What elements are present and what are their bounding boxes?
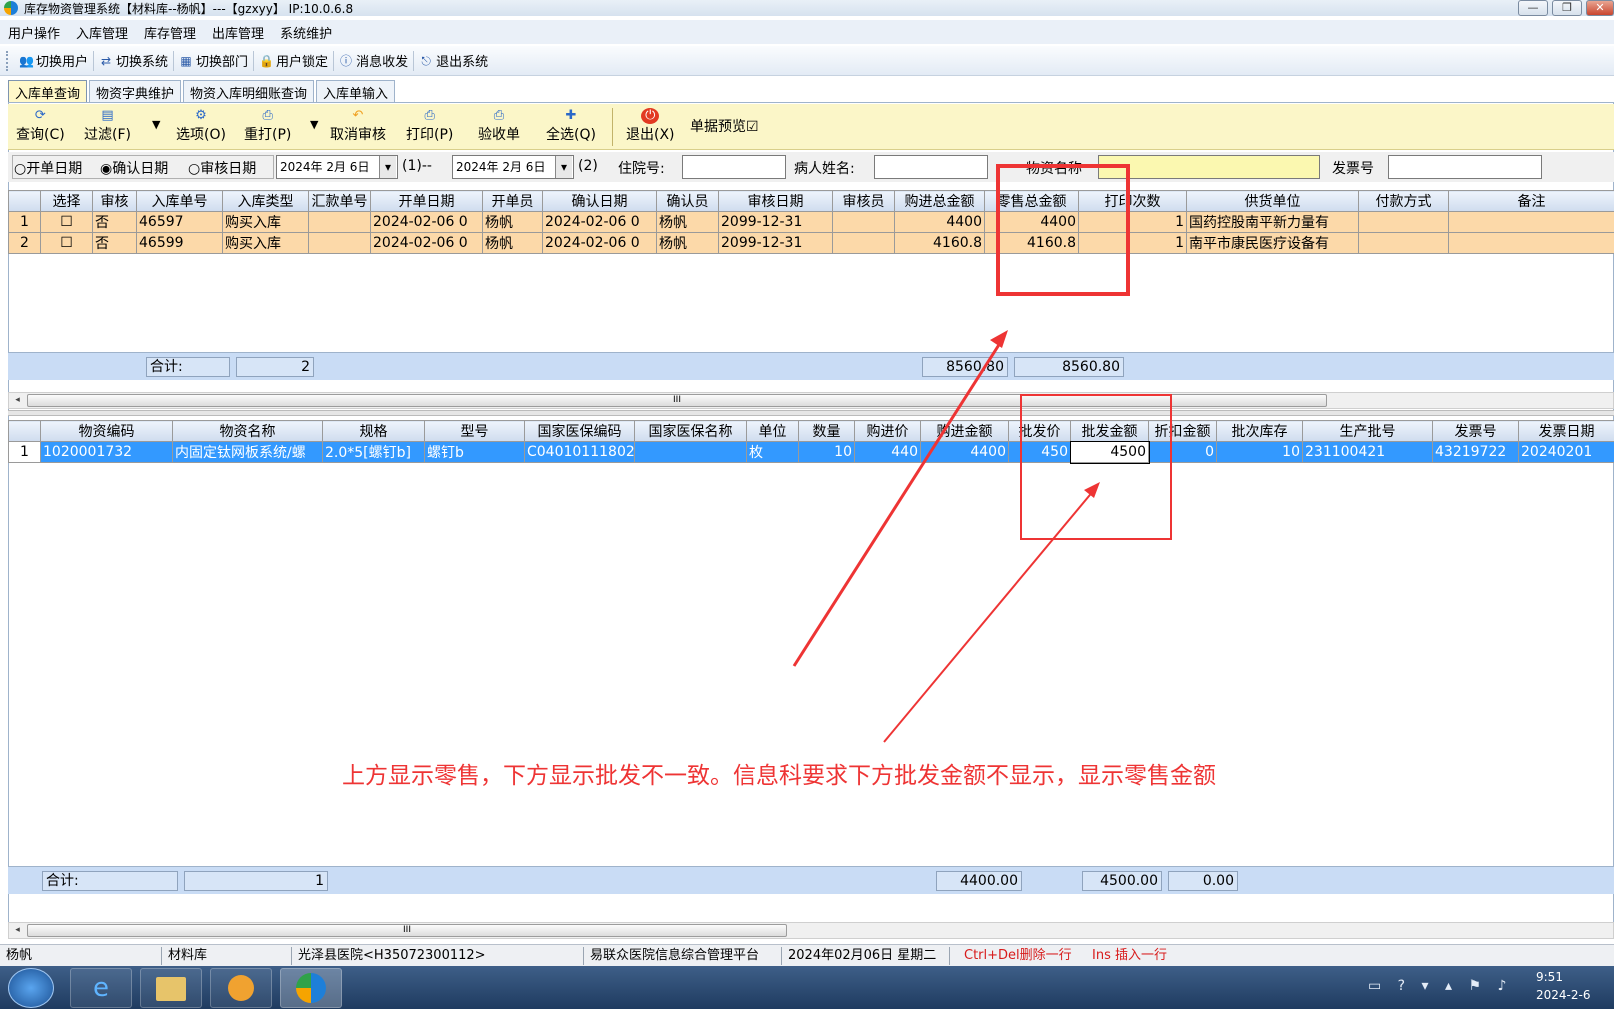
- arrow-head-icon: [1084, 482, 1100, 498]
- annotation-arrow-down: [883, 489, 1095, 743]
- arrow-head-icon: [990, 330, 1008, 348]
- annotation-arrow-up: [792, 339, 1004, 667]
- annotation-text: 上方显示零售，下方显示批发不一致。信息科要求下方批发金额不显示，显示零售金额: [342, 763, 1216, 789]
- annotation-arrows: [792, 330, 1100, 743]
